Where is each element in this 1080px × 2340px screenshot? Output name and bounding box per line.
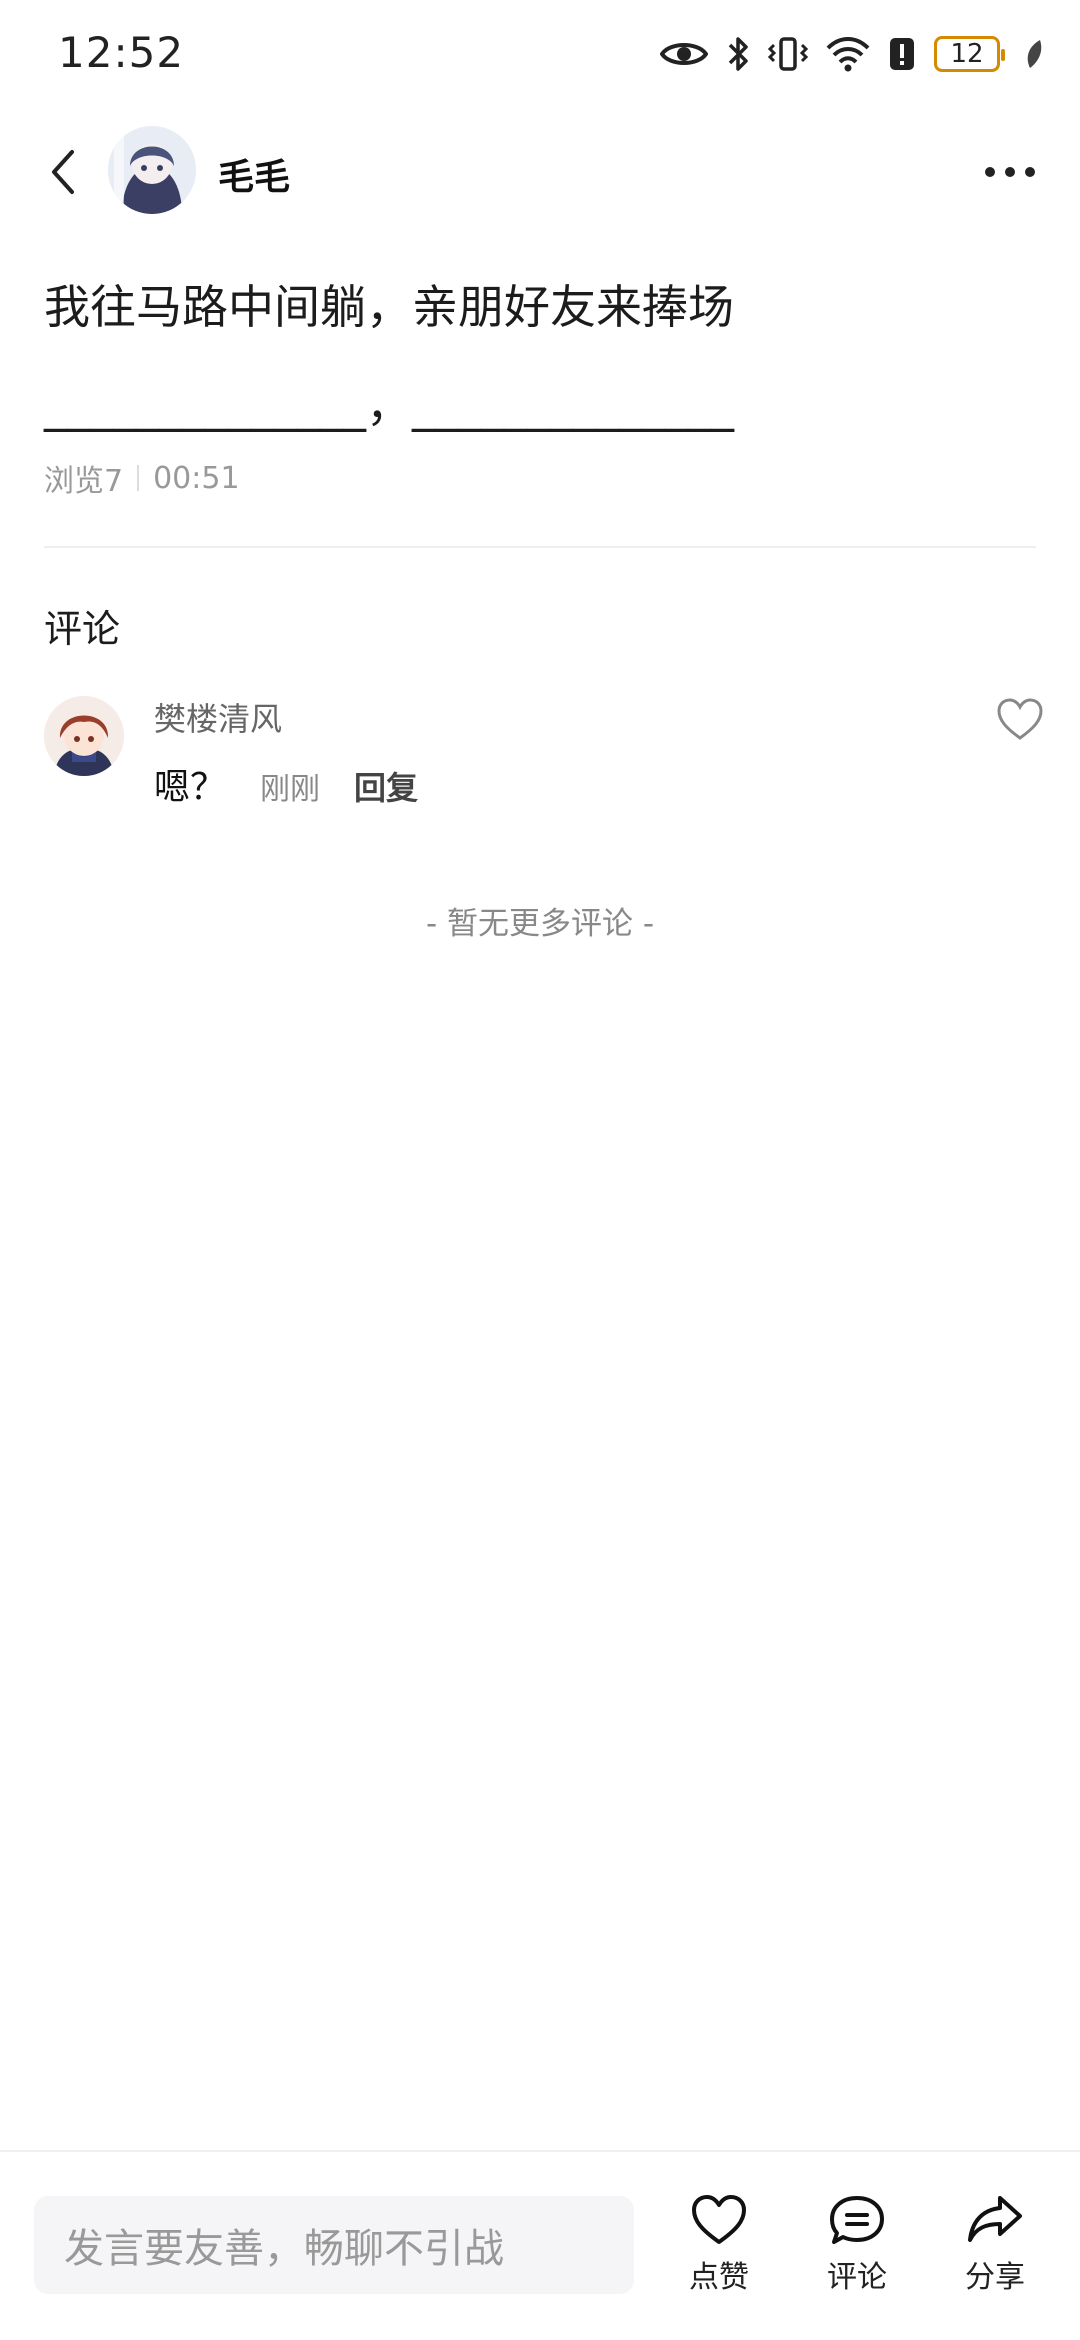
alert-icon — [888, 36, 916, 72]
comment-item: 樊楼清风 嗯？ 刚刚 回复 — [44, 692, 1044, 812]
bluetooth-icon — [726, 35, 750, 73]
comment-input[interactable]: 发言要友善，畅聊不引战 — [34, 2196, 634, 2294]
share-button[interactable]: 分享 — [940, 2194, 1050, 2314]
comment-label: 评论 — [827, 2260, 887, 2295]
view-count: 浏览7 — [44, 464, 124, 499]
comment-time: 刚刚 — [260, 772, 321, 807]
wifi-icon — [826, 36, 870, 72]
comments-title: 评论 — [44, 607, 121, 651]
no-more-comments: - 暂无更多评论 - — [425, 906, 655, 942]
like-button[interactable]: 点赞 — [664, 2194, 774, 2314]
comment-text: 嗯？ — [154, 767, 227, 808]
comment-bubble-icon — [828, 2194, 886, 2246]
user-name[interactable]: 毛毛 — [218, 148, 290, 200]
heart-icon — [690, 2194, 748, 2246]
chevron-left-icon — [36, 150, 96, 206]
status-icons: 12 — [660, 30, 1044, 78]
bottom-bar: 发言要友善，畅聊不引战 点赞 评论 分享 — [0, 2150, 1080, 2340]
like-label: 点赞 — [689, 2260, 749, 2295]
back-button[interactable] — [36, 142, 96, 202]
more-horizontal-icon — [980, 167, 1040, 196]
leaf-icon — [1024, 38, 1044, 70]
comment-author[interactable]: 樊楼清风 — [154, 694, 282, 740]
reply-button[interactable]: 回复 — [354, 763, 418, 809]
post-time: 00:51 — [153, 460, 240, 496]
heart-icon — [996, 698, 1044, 748]
comment-body: 嗯？ 刚刚 回复 — [154, 758, 418, 810]
comment-button[interactable]: 评论 — [802, 2194, 912, 2314]
post-header: 毛毛 — [0, 118, 1080, 228]
battery-icon: 12 — [934, 36, 1005, 72]
eye-icon — [660, 38, 708, 70]
vibrate-icon — [768, 35, 808, 73]
divider — [44, 546, 1036, 548]
avatar[interactable] — [44, 696, 124, 776]
meta-divider — [137, 465, 140, 491]
post-text: 我往马路中间躺，亲朋好友来捧场 ______________，_________… — [44, 280, 734, 432]
post-meta: 浏览7 00:51 — [44, 456, 240, 500]
share-arrow-icon — [966, 2194, 1024, 2246]
more-button[interactable] — [980, 152, 1040, 192]
status-bar: 12:52 12 — [0, 0, 1080, 110]
status-time: 12:52 — [58, 28, 185, 77]
comment-like-button[interactable] — [996, 696, 1044, 744]
avatar[interactable] — [108, 126, 196, 214]
battery-level: 12 — [950, 39, 984, 69]
share-label: 分享 — [965, 2260, 1025, 2295]
